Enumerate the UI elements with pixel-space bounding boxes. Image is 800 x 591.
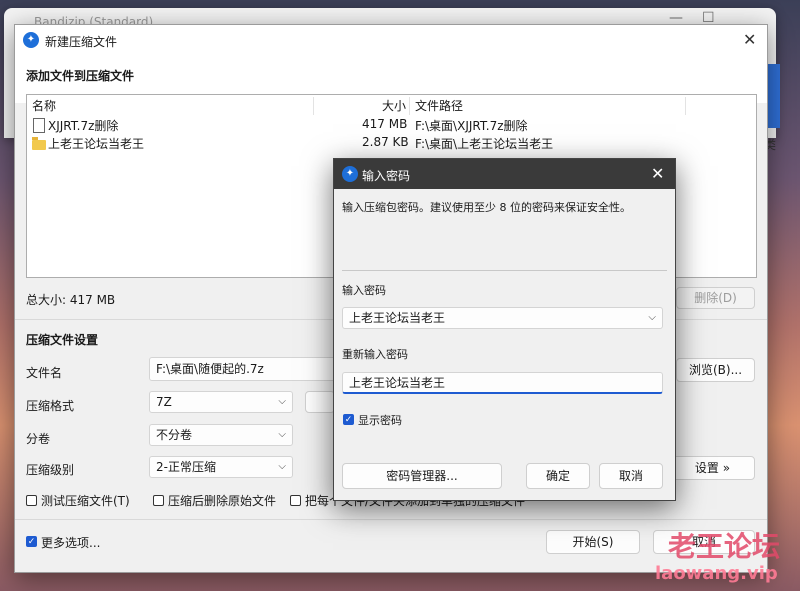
column-divider[interactable]	[685, 97, 686, 115]
chevron-down-icon: ⌵	[278, 429, 286, 440]
main-close-icon[interactable]: ✕	[743, 30, 756, 49]
test-archive-label[interactable]: 测试压缩文件(T)	[41, 492, 130, 509]
filename-label: 文件名	[26, 366, 63, 380]
level-label: 压缩级别	[26, 463, 75, 477]
settings-button[interactable]: 设置 »	[670, 456, 755, 480]
main-titlebar: ✦ 新建压缩文件 ✕	[15, 25, 767, 55]
show-password-checkbox[interactable]: ✓	[343, 414, 354, 425]
format-label: 压缩格式	[26, 399, 75, 413]
file-path: F:\桌面\上老王论坛当老王	[415, 137, 554, 151]
folder-icon	[32, 137, 46, 150]
split-label: 分卷	[26, 432, 51, 446]
watermark-url: laowang.vip	[655, 563, 778, 584]
column-header-name[interactable]: 名称	[32, 97, 56, 114]
password-value: 上老王论坛当老王	[349, 311, 446, 325]
file-size: 417 MB	[362, 117, 408, 131]
filename-field[interactable]: F:\桌面\随便起的.7z	[149, 357, 339, 381]
more-options-checkbox[interactable]: ✓	[26, 536, 37, 547]
delete-originals-checkbox[interactable]	[153, 495, 164, 506]
column-divider[interactable]	[313, 97, 314, 115]
bandizip-app-icon: ✦	[23, 32, 39, 48]
format-select[interactable]: 7Z ⌵	[149, 391, 293, 413]
reenter-password-input[interactable]: 上老王论坛当老王	[342, 372, 663, 394]
password-dialog: ✦ 输入密码 ✕ 输入压缩包密码。建议使用至少 8 位的密码来保证安全性。 输入…	[333, 158, 676, 501]
show-password-label[interactable]: 显示密码	[358, 412, 402, 428]
main-dialog-title: 新建压缩文件	[45, 35, 118, 49]
chevron-down-icon: ⌵	[278, 396, 286, 407]
format-value: 7Z	[156, 395, 172, 409]
watermark-text: 老王论坛	[668, 530, 781, 563]
password-input[interactable]: 上老王论坛当老王 ⌵	[342, 307, 663, 329]
split-select[interactable]: 不分卷 ⌵	[149, 424, 293, 446]
separate-archives-checkbox[interactable]	[290, 495, 301, 506]
password-description: 输入压缩包密码。建议使用至少 8 位的密码来保证安全性。	[342, 201, 631, 214]
password-dialog-title: 输入密码	[362, 169, 411, 183]
column-divider[interactable]	[409, 97, 410, 115]
file-name: 上老王论坛当老王	[48, 137, 145, 151]
file-icon	[33, 118, 45, 133]
more-options-label[interactable]: 更多选项...	[41, 534, 100, 551]
column-header-path[interactable]: 文件路径	[415, 97, 463, 114]
split-value: 不分卷	[156, 428, 193, 442]
reenter-password-label: 重新输入密码	[342, 348, 408, 361]
test-archive-checkbox[interactable]	[26, 495, 37, 506]
delete-button[interactable]: 删除(D)	[676, 287, 755, 309]
add-files-heading: 添加文件到压缩文件	[26, 69, 135, 83]
format-options-button[interactable]	[305, 391, 335, 413]
chevron-down-icon: ⌵	[278, 461, 286, 472]
ok-button[interactable]: 确定	[526, 463, 590, 489]
chevron-down-icon: ⌵	[648, 312, 656, 323]
bandizip-app-icon: ✦	[342, 166, 358, 182]
level-value: 2-正常压缩	[156, 460, 216, 474]
file-path: F:\桌面\XJJRT.7z删除	[415, 119, 528, 133]
password-label: 输入密码	[342, 284, 386, 297]
column-header-size[interactable]: 大小	[382, 97, 406, 114]
divider	[15, 519, 767, 520]
delete-originals-label[interactable]: 压缩后删除原始文件	[168, 492, 276, 509]
start-button[interactable]: 开始(S)	[546, 530, 640, 554]
password-manager-button[interactable]: 密码管理器...	[342, 463, 502, 489]
total-size-label: 总大小: 417 MB	[26, 293, 116, 307]
password-close-icon[interactable]: ✕	[651, 164, 664, 183]
password-cancel-button[interactable]: 取消	[599, 463, 663, 489]
password-titlebar: ✦ 输入密码 ✕	[334, 159, 675, 189]
level-select[interactable]: 2-正常压缩 ⌵	[149, 456, 293, 478]
browse-button[interactable]: 浏览(B)...	[676, 358, 755, 382]
settings-heading: 压缩文件设置	[26, 333, 99, 347]
file-size: 2.87 KB	[362, 135, 409, 149]
divider	[342, 270, 667, 271]
file-name: XJJRT.7z删除	[48, 119, 119, 133]
